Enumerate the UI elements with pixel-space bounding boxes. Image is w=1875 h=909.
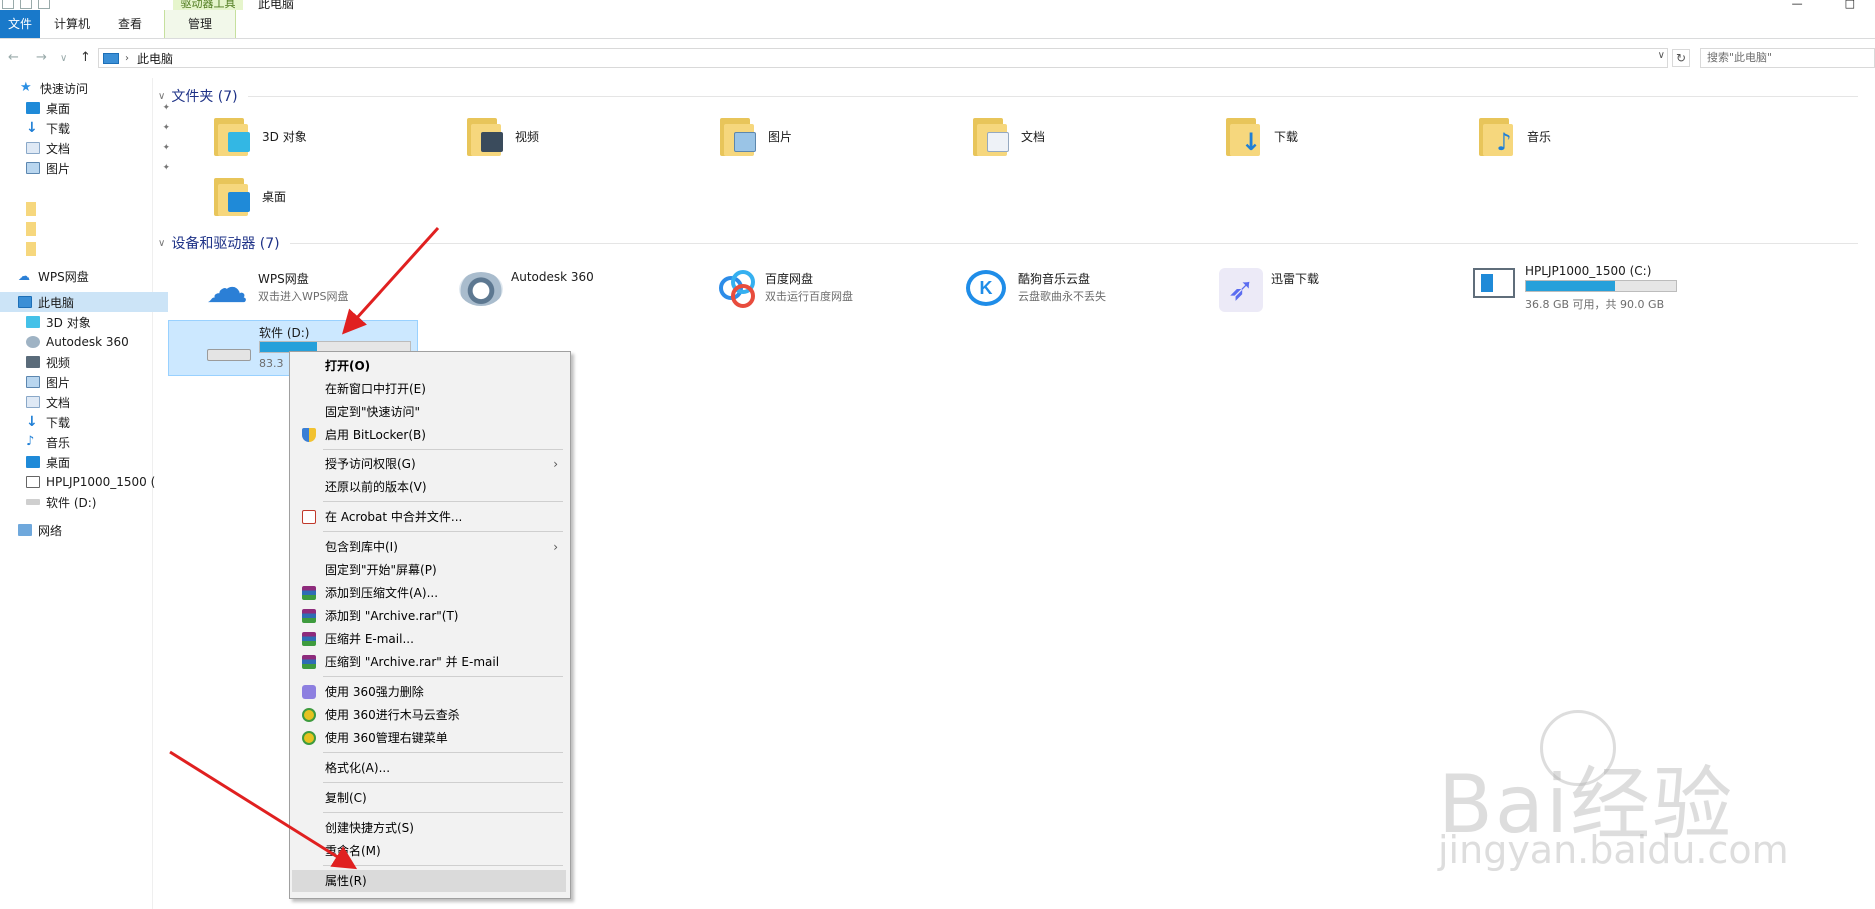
- annotation-arrows: [169, 226, 440, 870]
- arrow-to-properties: [169, 750, 358, 870]
- arrow-to-drive-d: [341, 226, 440, 335]
